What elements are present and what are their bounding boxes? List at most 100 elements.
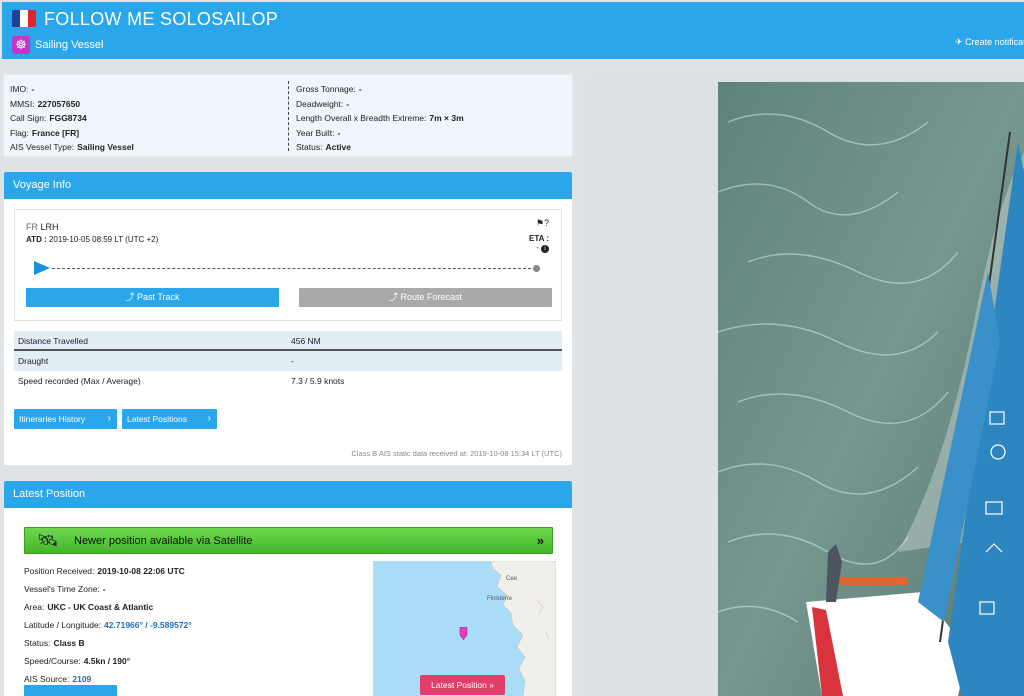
eta-label: ETA : [529, 234, 549, 243]
past-track-button[interactable]: ⤴ Past Track [26, 288, 279, 307]
particular-label: AIS Vessel Type: [10, 142, 75, 152]
itineraries-history-button[interactable]: Itineraries History › [14, 409, 117, 429]
map-label-cee: Cee [506, 576, 518, 582]
particular-ais-type: AIS Vessel Type: Sailing Vessel [10, 140, 134, 155]
position-action-button[interactable] [24, 685, 117, 696]
particular-label: Status: [296, 142, 323, 152]
vessel-marker-icon[interactable] [459, 627, 468, 640]
vessel-header: FOLLOW ME SOLOSAILOP ☸ Sailing Vessel ✈ … [2, 2, 1024, 59]
particular-label: Gross Tonnage: [296, 84, 356, 94]
stat-label: Distance Travelled [18, 336, 88, 346]
lat-lon-row: Latitude / Longitude: 42.71966° / -9.5895… [24, 616, 192, 634]
static-data-note: Class B AIS static data received at: 201… [351, 449, 562, 458]
create-notification-button[interactable]: ✈ Create notification [955, 37, 1024, 48]
eta-line: ETA : - i [529, 234, 549, 253]
particular-value: Sailing Vessel [77, 142, 134, 152]
route-forecast-label: Route Forecast [400, 292, 463, 302]
stat-label: Speed recorded (Max / Average) [18, 376, 141, 386]
particular-label: Flag: [10, 127, 29, 138]
particular-mmsi: MMSI: 227057650 [10, 97, 134, 112]
particular-value: - [31, 84, 35, 94]
position-label: Latitude / Longitude: [24, 620, 102, 630]
particular-call-sign: Call Sign: FGG8734 [10, 111, 134, 126]
past-track-label: Past Track [137, 292, 180, 302]
left-column: IMO: - MMSI: 227057650 Call Sign: FGG8734 F… [0, 62, 580, 696]
particular-value: - [346, 98, 350, 109]
particular-flag: Flag: France [FR] [10, 126, 134, 141]
itineraries-history-label: Itineraries History [19, 414, 86, 424]
particular-deadweight: Deadweight: - [296, 97, 464, 112]
track-icon: ⤴ [388, 292, 398, 302]
voyage-stats-table: Distance Travelled 456 NM Draught - Spee… [14, 331, 562, 391]
particular-imo: IMO: - [10, 82, 134, 97]
position-label: Area: [24, 602, 45, 612]
particular-label: Call Sign: [10, 113, 47, 123]
departure-port[interactable]: FR LRH [26, 222, 59, 232]
table-row: Distance Travelled 456 NM [14, 331, 562, 351]
latest-position-heading: Latest Position [4, 481, 572, 508]
particular-dimensions: Length Overall x Breadth Extreme: 7m × 3m [296, 111, 464, 126]
lat-lon-link[interactable]: 42.71966° / -9.589572° [104, 620, 192, 630]
position-map[interactable]: Cee Finisterre Latest Position » [373, 561, 556, 696]
stat-value: 456 NM [291, 336, 321, 346]
particular-status: Status: Active [296, 140, 464, 155]
satellite-banner-text: Newer position available via Satellite [74, 535, 253, 547]
position-value: 4.5kn / 190° [83, 656, 131, 666]
stat-value: - [291, 356, 294, 366]
destination-dot [533, 265, 540, 272]
area-row: Area: UKC - UK Coast & Atlantic [24, 598, 192, 616]
position-label: Status: [24, 638, 51, 648]
voyage-info-heading: Voyage Info [4, 172, 572, 199]
table-row: Draught - [14, 351, 562, 371]
position-label: Position Received: [24, 566, 95, 576]
vessel-category: Sailing Vessel [35, 39, 104, 51]
latest-position-map-label: Latest Position [431, 680, 487, 690]
double-chevron-right-icon: » [536, 533, 544, 548]
double-chevron-right-icon: » [489, 680, 494, 690]
vessel-photo-pane [585, 74, 1024, 696]
particular-value: FGG8734 [49, 113, 87, 123]
stat-value: 7.3 / 5.9 knots [291, 376, 345, 386]
particular-year-built: Year Built: - [296, 126, 464, 141]
vessel-photo-image [718, 82, 1024, 696]
latest-position-panel: Latest Position 🛰 Newer position availab… [3, 480, 573, 696]
particulars-left: IMO: - MMSI: 227057650 Call Sign: FGG8734 F… [10, 82, 134, 155]
departure-port-code: LRH [40, 222, 59, 232]
latest-position-map-button[interactable]: Latest Position » [420, 675, 505, 695]
voyage-route-card: FR LRH ATD : 2019-10-05 08:59 LT (UTC +2… [14, 209, 562, 321]
satellite-position-banner[interactable]: 🛰 Newer position available via Satellite… [24, 527, 553, 554]
position-label: AIS Source: [24, 674, 70, 684]
particular-value: 7m × 3m [429, 113, 464, 123]
route-forecast-button[interactable]: ⤴ Route Forecast [299, 288, 552, 307]
route-progress-line [52, 268, 536, 269]
particular-value: 227057650 [37, 98, 81, 109]
particular-label: MMSI: [10, 98, 35, 109]
vessel-position-arrow-icon [34, 261, 50, 275]
vessel-photo[interactable] [718, 82, 1024, 696]
position-value: - [102, 584, 106, 594]
ais-source-link[interactable]: 2109 [72, 674, 91, 684]
latest-positions-button[interactable]: Latest Positions › [122, 409, 217, 429]
time-zone-row: Vessel's Time Zone: - [24, 580, 192, 598]
position-details: Position Received: 2019-10-08 22:06 UTC V… [24, 562, 192, 688]
particulars-right: Gross Tonnage: - Deadweight: - Length Over… [296, 82, 464, 155]
france-flag-icon [12, 10, 36, 27]
position-label: Vessel's Time Zone: [24, 584, 100, 594]
sailboat-icon: ☸ [12, 36, 30, 54]
plane-icon: ✈ [955, 37, 963, 47]
particular-value: - [337, 127, 341, 138]
position-value: Class B [53, 638, 85, 648]
map-label-finisterre: Finisterre [487, 596, 513, 602]
chevron-right-icon: › [107, 413, 111, 424]
position-label: Speed/Course: [24, 656, 81, 666]
particular-value: Active [325, 142, 351, 152]
table-row: Speed recorded (Max / Average) 7.3 / 5.9… [14, 371, 562, 391]
departure-country: FR [26, 222, 38, 232]
satellite-icon: 🛰 [37, 531, 59, 550]
vessel-name: FOLLOW ME SOLOSAILOP [44, 9, 279, 29]
voyage-info-panel: Voyage Info FR LRH ATD : 2019-10-05 08:5… [3, 171, 573, 466]
particular-label: Deadweight: [296, 98, 344, 109]
position-value: UKC - UK Coast & Atlantic [47, 602, 154, 612]
info-icon[interactable]: i [541, 245, 549, 253]
particular-value: France [FR] [31, 127, 80, 138]
